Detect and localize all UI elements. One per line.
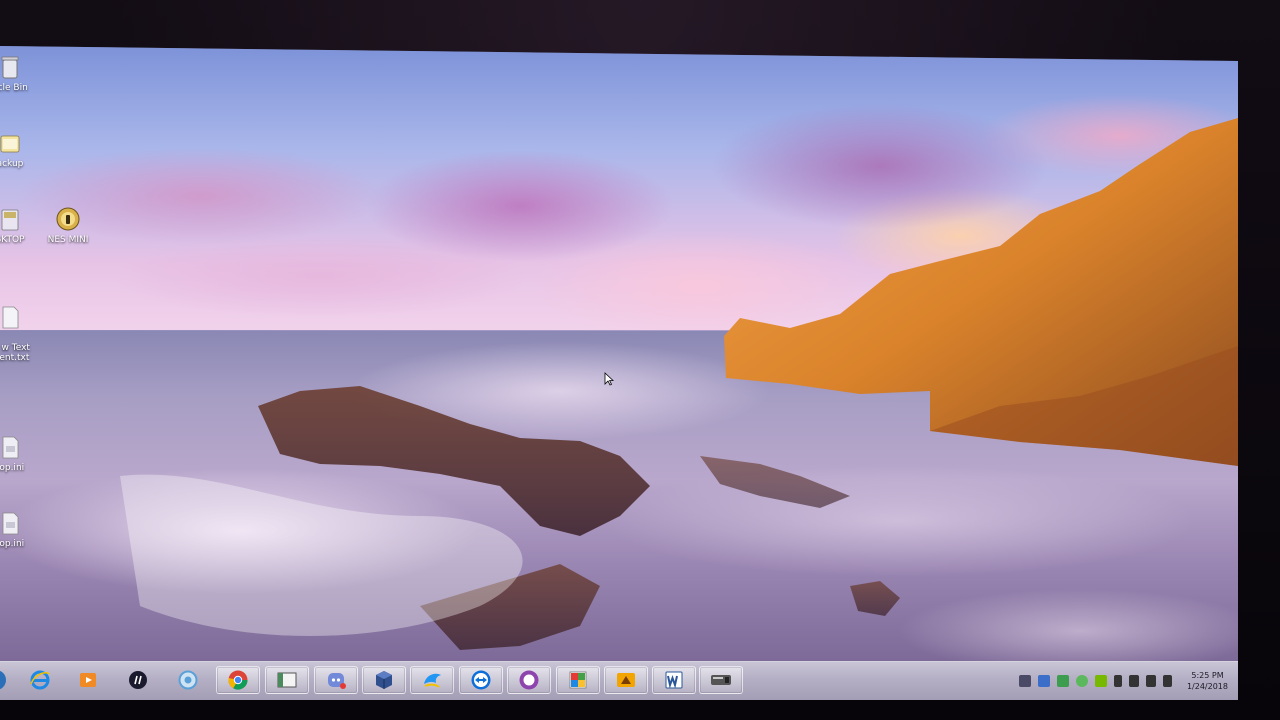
- desktop-icon-desktop-ini-2[interactable]: top.ini: [0, 510, 42, 549]
- flag-icon[interactable]: [1162, 675, 1172, 687]
- nes-mini-icon: [56, 207, 80, 231]
- taskbar-virtualbox-button[interactable]: [362, 666, 406, 694]
- wallpaper-landscape: [120, 118, 1238, 650]
- clock[interactable]: 5:25 PM 1/24/2018: [1187, 670, 1228, 692]
- dropbox-tray-icon[interactable]: [1037, 675, 1050, 687]
- desktop-icon-label: w Text ment.txt: [0, 343, 30, 363]
- desktop-icon-label: SKTOP: [0, 235, 25, 245]
- network-icon[interactable]: [1145, 675, 1156, 687]
- desktop-icon-label: top.ini: [0, 539, 25, 549]
- clock-time: 5:25 PM: [1191, 671, 1224, 680]
- windows-orb-icon: [0, 670, 6, 690]
- start-button[interactable]: [0, 666, 18, 694]
- console-icon: [711, 675, 731, 685]
- gallery-icon: [569, 671, 587, 689]
- settings-file-icon: [2, 436, 19, 459]
- taskbar-game-button[interactable]: [604, 666, 648, 694]
- hp-icon: [129, 671, 147, 689]
- taskbar-teamviewer-button[interactable]: [459, 666, 503, 694]
- word-icon: [665, 671, 683, 689]
- volume-icon[interactable]: [1128, 675, 1139, 687]
- taskbar-browser-button[interactable]: [166, 666, 210, 694]
- taskbar-console-button[interactable]: [699, 666, 743, 694]
- dolphin-icon: [424, 673, 441, 688]
- taskbar-word-button[interactable]: [652, 666, 696, 694]
- text-file-icon: [2, 306, 19, 329]
- desktop-screen[interactable]: ycle Bin ackup SKTOP NES MINI w Text men…: [0, 46, 1238, 700]
- mouse-cursor-icon: [604, 372, 614, 386]
- cube-icon: [376, 671, 392, 689]
- taskbar-hp-button[interactable]: [116, 666, 160, 694]
- desktop-icon-nes-mini[interactable]: NES MINI: [36, 206, 100, 245]
- game-icon: [617, 673, 635, 687]
- reef-spot: [850, 581, 900, 616]
- battery-icon[interactable]: [1113, 675, 1122, 687]
- sync-tray-icon[interactable]: [1056, 675, 1069, 687]
- taskbar-media-player-button[interactable]: [66, 666, 110, 694]
- teamviewer-icon: [471, 670, 491, 690]
- taskbar: 5:25 PM 1/24/2018: [0, 661, 1238, 700]
- desktop-icon-label: ackup: [0, 159, 24, 169]
- folder-icon: [0, 135, 20, 153]
- ie-icon: [30, 670, 50, 690]
- desktop-icon-backup[interactable]: ackup: [0, 130, 42, 169]
- taskbar-discord-button[interactable]: [314, 666, 358, 694]
- taskbar-dolphin-button[interactable]: [410, 666, 454, 694]
- desktop-icon-label: NES MINI: [47, 235, 89, 245]
- nvidia-tray-icon[interactable]: [1094, 675, 1107, 687]
- recycle-bin-icon: [1, 56, 19, 79]
- desktop-icon-desktop-ini-1[interactable]: top.ini: [0, 434, 42, 473]
- chrome-icon: [228, 670, 248, 690]
- surf-foam: [120, 474, 523, 636]
- update-tray-icon[interactable]: [1075, 675, 1088, 687]
- taskbar-gallery-button[interactable]: [556, 666, 600, 694]
- discord-tray-icon[interactable]: [1018, 675, 1031, 687]
- circle-app-icon: [519, 670, 539, 690]
- desktop-icon-label: top.ini: [0, 463, 25, 473]
- taskbar-window-button[interactable]: [265, 666, 309, 694]
- reef-right: [700, 456, 850, 508]
- window-icon: [277, 672, 297, 688]
- clock-date: 1/24/2018: [1186, 682, 1228, 691]
- settings-file-icon: [2, 512, 19, 535]
- folder-shortcut-icon: [1, 209, 19, 231]
- desktop-icon-label: ycle Bin: [0, 83, 28, 93]
- discord-icon: [328, 673, 346, 689]
- taskbar-chrome-button[interactable]: [216, 666, 260, 694]
- taskbar-purple-app-button[interactable]: [507, 666, 551, 694]
- desktop-icon-recycle-bin[interactable]: ycle Bin: [0, 54, 42, 93]
- desktop-icon-text-document[interactable]: w Text ment.txt: [0, 284, 42, 373]
- media-player-icon: [80, 673, 96, 687]
- globe-icon: [178, 670, 198, 690]
- taskbar-ie-button[interactable]: [18, 666, 62, 694]
- system-tray: 5:25 PM 1/24/2018: [1018, 662, 1228, 700]
